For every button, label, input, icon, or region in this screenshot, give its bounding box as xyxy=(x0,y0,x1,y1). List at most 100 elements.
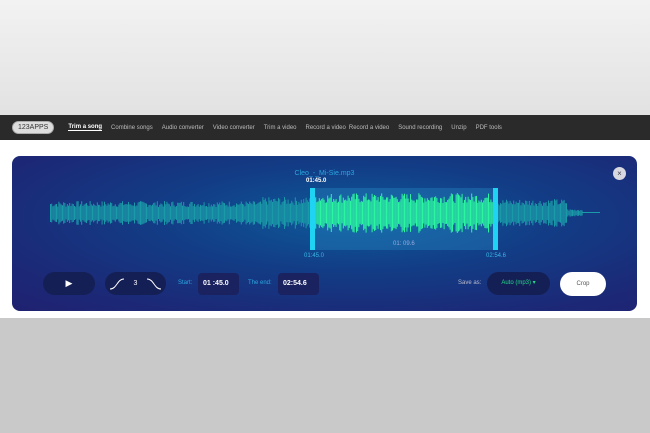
waveform-bar xyxy=(278,197,279,229)
waveform-bar xyxy=(167,203,169,223)
waveform-bar xyxy=(461,193,463,233)
waveform-bar xyxy=(116,206,117,220)
waveform-bar xyxy=(236,203,237,223)
waveform-bar xyxy=(227,206,229,220)
waveform-bar xyxy=(65,206,67,220)
waveform-bar xyxy=(381,193,383,233)
nav-unzip[interactable]: Unzip xyxy=(451,125,466,131)
play-button[interactable]: ▶ xyxy=(43,272,95,295)
waveform-bar xyxy=(322,197,324,229)
waveform-bar xyxy=(526,201,528,225)
waveform-bar xyxy=(489,202,491,224)
waveform-bar xyxy=(340,194,342,232)
nav-sound-recording[interactable]: Sound recording xyxy=(398,125,442,131)
waveform-bar xyxy=(410,194,411,232)
waveform-bar xyxy=(347,195,349,231)
waveform-bar xyxy=(194,204,195,222)
waveform-bar xyxy=(104,201,105,225)
start-time-input[interactable]: 01 :45.0 xyxy=(198,273,239,295)
nav-audio-converter[interactable]: Audio converter xyxy=(162,125,204,131)
waveform-bar xyxy=(130,204,132,222)
waveform-bar xyxy=(243,204,245,222)
start-label: Start: xyxy=(178,280,193,286)
waveform-bar xyxy=(280,204,282,222)
format-dropdown[interactable]: Auto (mp3) ▾ xyxy=(487,272,550,295)
waveform-bar xyxy=(64,203,66,223)
nav-combine-songs[interactable]: Combine songs xyxy=(111,125,153,131)
waveform-bar xyxy=(320,200,321,226)
waveform-bar xyxy=(519,199,521,227)
waveform-bar xyxy=(545,202,547,224)
nav-trim-song[interactable]: Trim a song xyxy=(68,124,103,131)
logo[interactable]: 123APPS xyxy=(12,121,55,134)
waveform-bar xyxy=(465,196,467,230)
waveform-bar xyxy=(338,201,339,225)
waveform-bar xyxy=(237,204,239,222)
waveform-bar xyxy=(264,198,266,228)
waveform-bar xyxy=(294,197,296,229)
waveform-bar xyxy=(114,204,116,222)
waveform-bar xyxy=(252,201,254,225)
waveform-bar xyxy=(360,200,362,226)
waveform-bar xyxy=(449,196,451,230)
waveform-bar xyxy=(486,197,488,229)
fade-controls: 3 xyxy=(105,272,166,295)
waveform-bar xyxy=(112,206,114,220)
waveform-bar xyxy=(99,204,101,222)
waveform-bar xyxy=(578,210,579,216)
nav-pdf-tools[interactable]: PDF tools xyxy=(476,125,502,131)
end-handle[interactable] xyxy=(493,188,498,250)
nav-trim-video[interactable]: Trim a video xyxy=(264,125,297,131)
start-handle[interactable] xyxy=(310,188,315,250)
waveform-bar xyxy=(132,205,134,221)
waveform-bar xyxy=(162,206,164,220)
nav-record-video-2[interactable]: Record a video xyxy=(349,125,389,131)
crop-button[interactable]: Crop xyxy=(560,272,606,296)
waveform-bar xyxy=(321,198,323,228)
waveform-bar xyxy=(232,205,234,221)
waveform-bar xyxy=(401,193,403,233)
fade-in-icon[interactable] xyxy=(109,278,125,290)
waveform-bar xyxy=(369,199,371,227)
waveform-bar xyxy=(365,193,367,233)
waveform-bar xyxy=(429,200,431,226)
fade-out-icon[interactable] xyxy=(146,278,162,290)
browser-background xyxy=(0,0,650,115)
waveform-bar xyxy=(279,199,281,227)
waveform-bar xyxy=(173,205,175,221)
waveform-bar xyxy=(275,200,277,226)
end-time-input[interactable]: 02:54.6 xyxy=(278,273,319,295)
waveform-bar xyxy=(68,205,69,221)
waveform-bar xyxy=(358,198,360,228)
waveform-bar xyxy=(209,206,211,220)
waveform-bar xyxy=(102,205,104,221)
nav-record-video[interactable]: Record a video xyxy=(306,125,346,131)
waveform-bar xyxy=(424,198,426,228)
waveform-bar xyxy=(125,204,127,222)
waveform-bar xyxy=(77,201,79,225)
waveform-bar xyxy=(555,200,557,226)
waveform-bar xyxy=(210,204,212,222)
waveform-bar xyxy=(378,201,380,225)
waveform-bar xyxy=(178,202,180,224)
waveform-bar xyxy=(504,202,506,224)
waveform-bar xyxy=(150,205,152,221)
waveform-bar xyxy=(412,200,414,226)
waveform-bar xyxy=(141,201,143,225)
waveform-bar xyxy=(258,202,260,224)
waveform-bar xyxy=(399,201,401,225)
waveform-bar xyxy=(328,198,330,228)
waveform-bar xyxy=(246,203,248,223)
waveform-bar xyxy=(484,198,486,228)
waveform-bar xyxy=(562,201,564,225)
waveform-bar xyxy=(350,200,351,226)
nav-video-converter[interactable]: Video converter xyxy=(213,125,255,131)
waveform-bar xyxy=(87,205,89,221)
waveform-bar xyxy=(561,199,563,227)
waveform-bar xyxy=(291,200,293,226)
waveform-bar xyxy=(503,202,505,224)
waveform-bar xyxy=(267,204,269,222)
fade-value[interactable]: 3 xyxy=(134,280,138,287)
waveform-bar xyxy=(72,204,74,222)
waveform-bar xyxy=(284,197,285,229)
